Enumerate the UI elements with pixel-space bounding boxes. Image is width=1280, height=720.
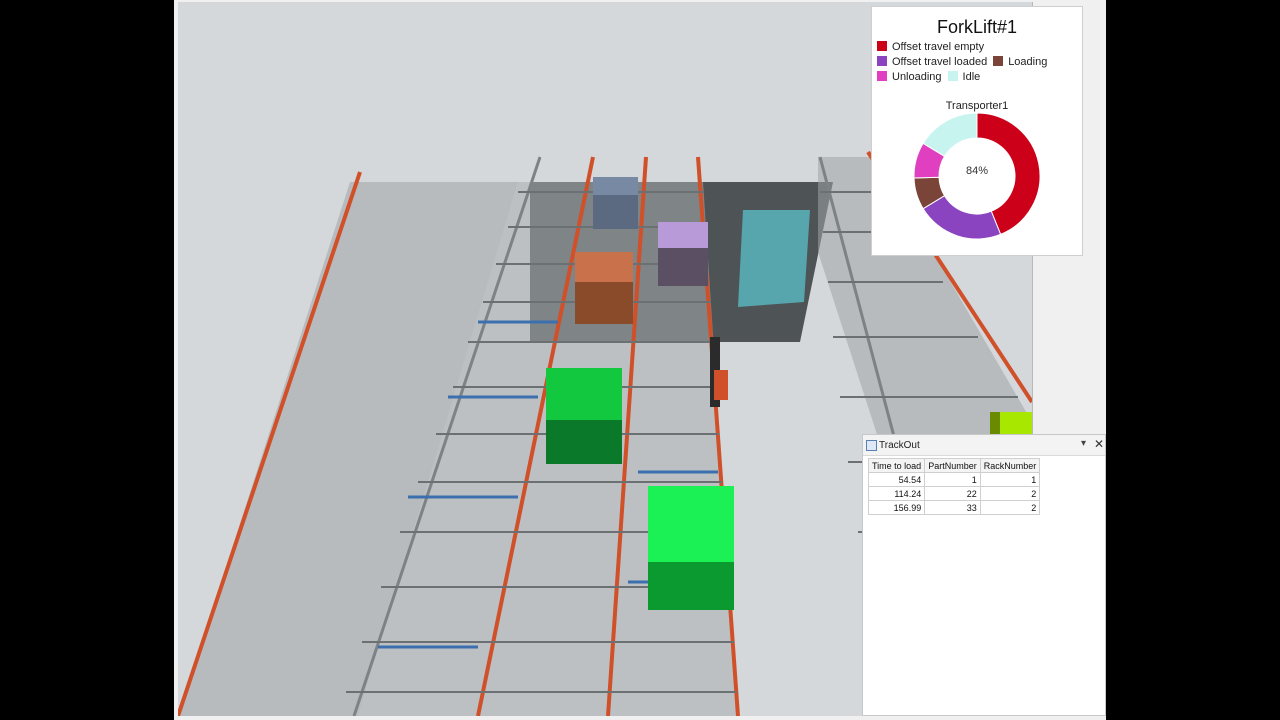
dashboard-chart-panel: ForkLift#1 Offset travel empty Offset tra… (871, 6, 1083, 256)
table-cell[interactable]: 114.24 (867, 486, 926, 501)
legend-row: Offset travel loaded Loading (877, 55, 1082, 70)
conveyor-platform (738, 210, 810, 307)
table-cell[interactable]: 22 (924, 486, 981, 501)
chart-title: ForkLift#1 (936, 17, 1018, 37)
pallet-box (546, 368, 622, 464)
legend-label: Offset travel loaded (892, 56, 988, 68)
flexsim-application: ForkLift#1 Offset travel empty Offset tra… (174, 0, 1106, 720)
pallet-box (575, 252, 633, 324)
legend-label: Unloading (892, 71, 942, 83)
legend-item: Unloading (877, 70, 942, 85)
legend-row: Unloading Idle (877, 70, 1082, 85)
pallet-box (658, 222, 708, 286)
table-cell[interactable]: 1 (979, 472, 1041, 487)
legend-row: Offset travel empty (877, 40, 1082, 55)
trackout-table: Time to load PartNumber RackNumber 54.54… (867, 458, 1041, 515)
pallet-box (593, 177, 638, 229)
chart-legend: Offset travel empty Offset travel loaded L… (877, 40, 1082, 85)
table-cell[interactable]: 1 (924, 472, 981, 487)
donut-center-value: 84% (965, 165, 989, 177)
pallet-box (648, 486, 734, 610)
legend-swatch (993, 56, 1004, 66)
column-header[interactable]: Time to load (867, 458, 926, 473)
column-header[interactable]: RackNumber (979, 458, 1041, 473)
table-cell[interactable]: 33 (924, 500, 981, 515)
legend-label: Loading (1008, 56, 1048, 68)
trackout-table-window: TrackOut ▾ ✕ Time to load PartNumber Rac… (862, 434, 1106, 716)
legend-item: Offset travel loaded (877, 55, 987, 70)
legend-item: Offset travel empty (877, 40, 984, 55)
legend-label: Idle (962, 71, 981, 83)
legend-swatch (877, 71, 887, 81)
table-row[interactable]: 54.54 1 1 (867, 472, 1041, 487)
table-icon (866, 440, 877, 451)
table-row[interactable]: 114.24 22 2 (867, 486, 1041, 501)
dropdown-arrow-icon[interactable]: ▾ (1081, 438, 1086, 449)
legend-item: Loading (993, 55, 1047, 70)
legend-label: Offset travel empty (892, 41, 985, 53)
column-header[interactable]: PartNumber (924, 458, 981, 473)
legend-swatch (947, 71, 958, 81)
table-row[interactable]: 156.99 33 2 (867, 500, 1041, 515)
legend-swatch (877, 56, 887, 66)
table-cell[interactable]: 54.54 (867, 472, 926, 487)
table-cell[interactable]: 2 (979, 500, 1041, 515)
trackout-window-title: TrackOut (879, 440, 920, 451)
legend-swatch (877, 41, 887, 51)
table-cell[interactable]: 2 (979, 486, 1041, 501)
legend-item: Idle (947, 70, 981, 85)
table-cell[interactable]: 156.99 (867, 500, 926, 515)
close-icon[interactable]: ✕ (1094, 437, 1104, 451)
trackout-window-header[interactable]: TrackOut ▾ ✕ (863, 435, 1105, 456)
